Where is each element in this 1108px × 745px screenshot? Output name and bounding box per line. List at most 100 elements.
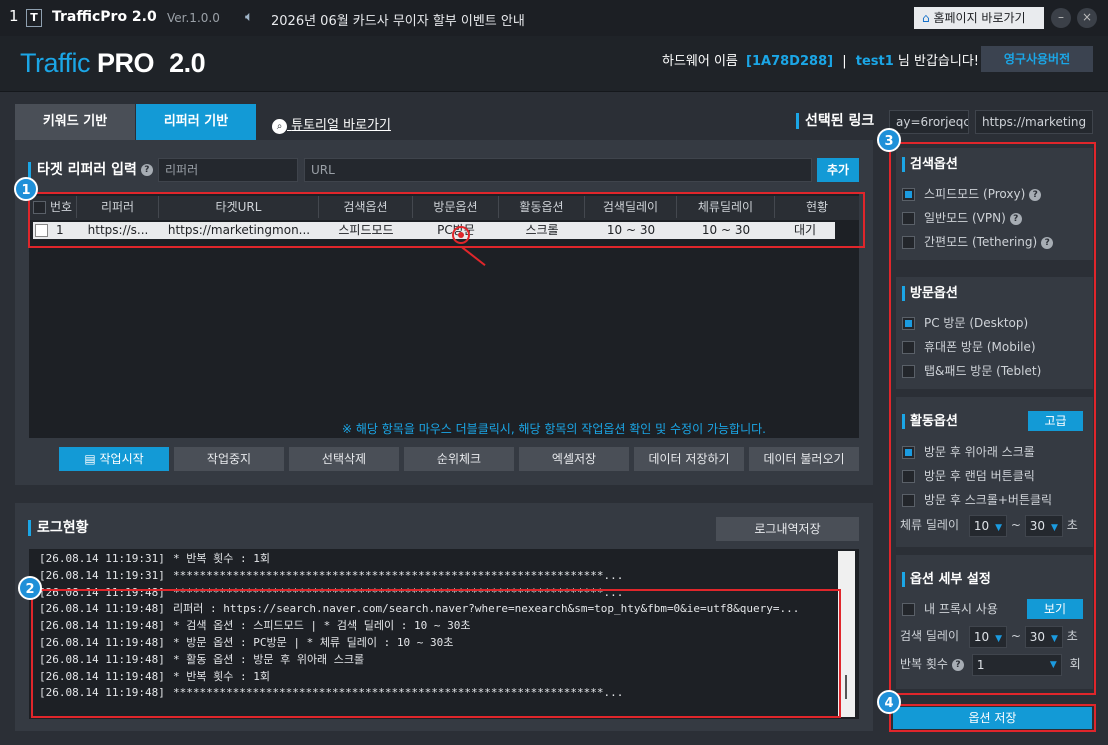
log-line: [26.08.14 11:19:31] *********************… [39,568,839,585]
referrer-input[interactable]: 리퍼러 [158,158,298,182]
log-save-button[interactable]: 로그내역저장 [716,517,859,541]
delete-button[interactable]: 선택삭제 [289,447,399,471]
help-icon[interactable]: ? [1009,212,1022,225]
option-scroll-click[interactable]: 방문 후 스크롤+버튼클릭 [902,489,1052,511]
log-message: ****************************************… [173,568,624,582]
selected-link-field-2[interactable]: https://marketing [975,110,1093,134]
selected-link-label: 선택된 링크 [796,113,874,129]
license-button[interactable]: 영구사용버전 [981,46,1093,72]
version-label: Ver.1.0.0 [167,11,220,25]
logo: Traffic PRO 2.0 [20,48,206,79]
visit-options-section: 방문옵션 PC 방문 (Desktop) 휴대폰 방문 (Mobile) 탭&패… [896,277,1093,389]
mobile-visit-label: 휴대폰 방문 (Mobile) [924,340,1036,354]
target-label: 타겟 리퍼러 입력? [28,162,153,178]
option-pc-visit[interactable]: PC 방문 (Desktop) [902,312,1028,334]
document-icon: ▤ [84,452,100,466]
log-time: [26.08.14 11:19:31] [39,568,165,582]
random-click-checkbox[interactable] [902,470,915,483]
visit-options-title: 방문옵션 [902,286,958,301]
sd-unit: 초 [1066,629,1078,643]
chevron-down-icon: ▼ [1051,633,1058,644]
repeat-row: 반복 횟수? 1 ▼ 회 [900,653,1081,676]
my-proxy-checkbox[interactable] [902,603,915,616]
rank-check-button[interactable]: 순위체크 [404,447,514,471]
selected-link-field-1[interactable]: ay=6rorjeqc [889,110,969,134]
option-random-click[interactable]: 방문 후 랜덤 버튼클릭 [902,465,1035,487]
help-icon[interactable]: ? [951,658,964,671]
stay-min-select[interactable]: 10 ▼ [968,514,1008,537]
close-icon[interactable]: × [1077,8,1097,28]
hw-id: [1A78D288] [746,54,834,69]
stay-delay-row: 체류 딜레이 10 ▼ ~ 30 ▼ 초 [900,514,1078,537]
search-options-title: 검색옵션 [902,157,958,172]
log-line: [26.08.14 11:19:31] * 반복 횟수 : 1회 [39,551,839,568]
scroll-click-checkbox[interactable] [902,494,915,507]
stop-button[interactable]: 작업중지 [174,447,284,471]
chevron-down-icon: ▼ [1051,522,1058,533]
tutorial-link[interactable]: ⌕ 튜토리얼 바로가기 [272,114,391,134]
log-time: [26.08.14 11:19:31] [39,552,165,565]
search-delay-min-select[interactable]: 10 ▼ [968,625,1008,648]
add-button[interactable]: 추가 [817,158,859,182]
pc-visit-checkbox[interactable] [902,317,915,330]
title-bar: 1 T TrafficPro 2.0 Ver.1.0.0 🔈︎ 2026년 06… [0,0,1108,36]
stay-tilde: ~ [1010,518,1021,532]
url-input[interactable]: URL [304,158,812,182]
option-my-proxy[interactable]: 내 프록시 사용 [902,598,998,620]
tablet-visit-checkbox[interactable] [902,365,915,378]
repeat-select[interactable]: 1 ▼ [971,653,1062,676]
tab-referrer[interactable]: 리퍼러 기반 [136,104,256,140]
mobile-visit-checkbox[interactable] [902,341,915,354]
save-data-button[interactable]: 데이터 저장하기 [634,447,744,471]
scrollbar-thumb[interactable] [845,675,847,699]
help-icon[interactable]: ? [1041,236,1054,249]
home-button[interactable]: ⌂ 홈페이지 바로가기 [914,7,1044,29]
window-number: 1 [9,7,19,25]
help-icon[interactable]: ? [1029,188,1042,201]
view-proxy-button[interactable]: 보기 [1027,599,1083,619]
callout-badge-4: 4 [877,690,901,714]
option-normal-mode[interactable]: 일반모드 (VPN)? [902,207,1022,229]
option-tablet-visit[interactable]: 탭&패드 방문 (Teblet) [902,360,1041,382]
save-options-button[interactable]: 옵션 저장 [893,707,1092,729]
minimize-icon[interactable]: – [1051,8,1071,28]
activity-options-section: 활동옵션 고급 방문 후 위아래 스크롤 방문 후 랜덤 버튼클릭 방문 후 스… [896,397,1093,547]
scroll-checkbox[interactable] [902,446,915,459]
random-click-label: 방문 후 랜덤 버튼클릭 [924,469,1035,483]
logo-pro: PRO [97,48,155,78]
speed-mode-checkbox[interactable] [902,188,915,201]
sd-min-value: 10 [973,629,990,644]
speed-mode-label: 스피드모드 (Proxy) [924,187,1026,201]
option-easy-mode[interactable]: 간편모드 (Tethering)? [902,231,1054,253]
load-data-button[interactable]: 데이터 불러오기 [749,447,859,471]
help-icon[interactable]: ? [140,164,153,176]
target-label-text: 타겟 리퍼러 입력 [37,162,137,178]
log-title: 로그현황 [28,520,89,536]
notice-link[interactable]: 2026년 06월 카드사 무이자 할부 이벤트 안내 [271,10,525,29]
header: Traffic PRO 2.0 하드웨어 이름 [1A78D288] | tes… [0,36,1108,92]
repeat-value: 1 [976,657,985,672]
advanced-button[interactable]: 고급 [1028,411,1083,431]
stay-max-select[interactable]: 30 ▼ [1024,514,1063,537]
callout-badge-2: 2 [18,576,42,600]
option-scroll[interactable]: 방문 후 위아래 스크롤 [902,441,1035,463]
tab-keyword[interactable]: 키워드 기반 [15,104,135,140]
user-info: 하드웨어 이름 [1A78D288] | test1 님 반갑습니다! [662,50,979,69]
home-button-label: 홈페이지 바로가기 [933,11,1026,25]
app-name: TrafficPro 2.0 [52,9,157,25]
callout-badge-3: 3 [877,128,901,152]
scroll-click-label: 방문 후 스크롤+버튼클릭 [924,493,1053,507]
option-mobile-visit[interactable]: 휴대폰 방문 (Mobile) [902,336,1036,358]
easy-mode-checkbox[interactable] [902,236,915,249]
excel-save-button[interactable]: 엑셀저장 [519,447,629,471]
search-delay-max-select[interactable]: 30 ▼ [1024,625,1063,648]
normal-mode-checkbox[interactable] [902,212,915,225]
chevron-down-icon: ▼ [995,522,1003,533]
greeting: 님 반갑습니다! [897,54,980,69]
pc-visit-label: PC 방문 (Desktop) [924,316,1029,330]
start-button[interactable]: ▤ 작업시작 [59,447,169,471]
hw-label: 하드웨어 이름 [662,54,738,69]
search-options-section: 검색옵션 스피드모드 (Proxy)? 일반모드 (VPN)? 간편모드 (Te… [896,148,1093,260]
chevron-down-icon: ▼ [995,633,1003,644]
option-speed-mode[interactable]: 스피드모드 (Proxy)? [902,183,1042,205]
